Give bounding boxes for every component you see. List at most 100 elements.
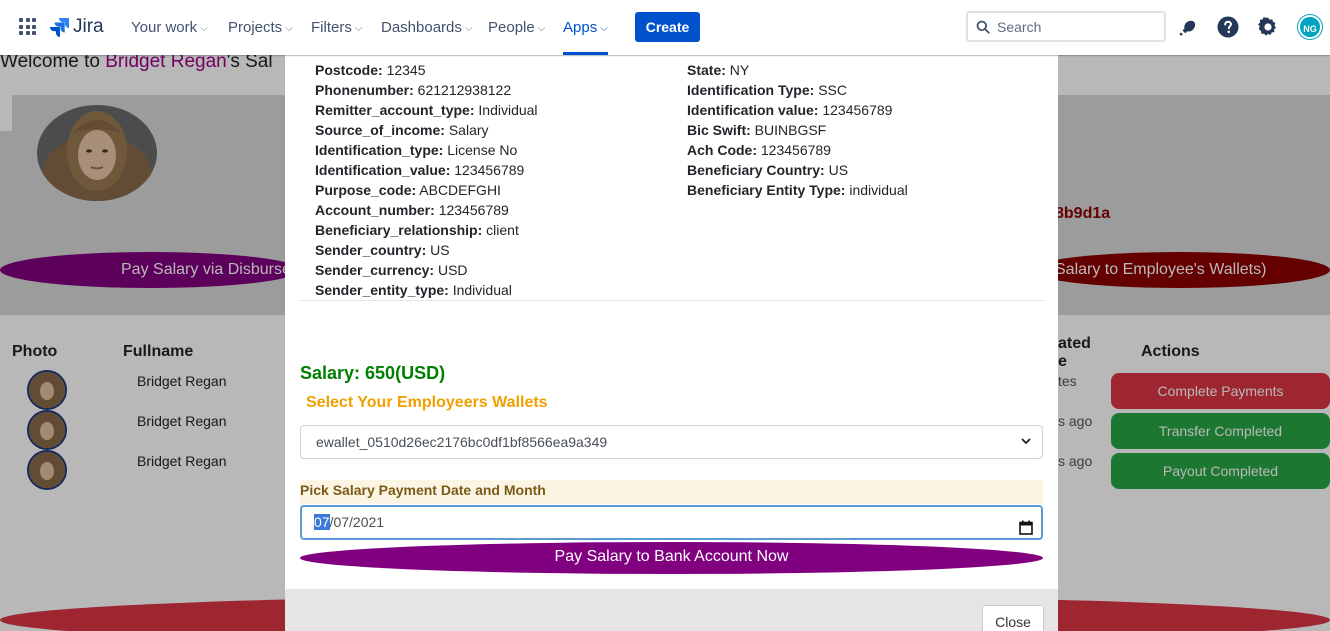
settings-icon[interactable] <box>1256 15 1280 39</box>
detail-label: Identification_value: <box>315 162 451 178</box>
calendar-icon[interactable] <box>1019 515 1033 546</box>
detail-row: Beneficiary Country: US <box>687 162 848 178</box>
detail-row: State: NY <box>687 62 749 78</box>
detail-row: Beneficiary Entity Type: individual <box>687 182 908 198</box>
date-rest-segment: /07/2021 <box>329 514 385 530</box>
detail-label: Sender_currency: <box>315 262 435 278</box>
help-icon[interactable] <box>1216 15 1240 39</box>
wallet-select[interactable]: ewallet_0510d26ec2176bc0df1bf8566ea9a349 <box>300 425 1043 459</box>
detail-label: Sender_country: <box>315 242 427 258</box>
chevron-down-icon: ⌵ <box>537 23 546 34</box>
nav-dashboards-label: Dashboards <box>381 19 462 36</box>
date-month-segment[interactable]: 07 <box>314 514 330 530</box>
detail-label: Remitter_account_type: <box>315 102 475 118</box>
detail-row: Remitter_account_type: Individual <box>315 102 538 118</box>
detail-value: 123456789 <box>438 202 509 218</box>
detail-label: Identification value: <box>687 102 819 118</box>
detail-row: Ach Code: 123456789 <box>687 142 831 158</box>
salary-amount: Salary: 650(USD) <box>300 363 446 383</box>
pay-salary-bank-button[interactable]: Pay Salary to Bank Account Now <box>300 542 1043 574</box>
create-button[interactable]: Create <box>635 12 700 42</box>
detail-label: Identification_type: <box>315 142 444 158</box>
detail-label: Identification Type: <box>687 82 815 98</box>
pick-date-label: Pick Salary Payment Date and Month <box>300 480 1043 504</box>
detail-row: Purpose_code: ABCDEFGHI <box>315 182 501 198</box>
nav-filters-label: Filters <box>311 19 352 36</box>
modal-footer: Close <box>285 589 1058 631</box>
notifications-icon[interactable] <box>1176 15 1200 39</box>
jira-logo-text: Jira <box>73 16 104 37</box>
detail-label: Ach Code: <box>687 142 757 158</box>
nav-people[interactable]: People ⌵ <box>488 0 545 55</box>
detail-label: Phonenumber: <box>315 82 414 98</box>
jira-logo-icon <box>50 18 69 37</box>
detail-row: Source_of_income: Salary <box>315 122 489 138</box>
nav-projects[interactable]: Projects ⌵ <box>228 0 293 55</box>
nav-your-work-label: Your work <box>131 19 198 36</box>
detail-value: 123456789 <box>822 102 893 118</box>
detail-value: US <box>430 242 450 258</box>
detail-row: Identification value: 123456789 <box>687 102 892 118</box>
detail-row: Identification_type: License No <box>315 142 517 158</box>
detail-value: US <box>828 162 849 178</box>
detail-value: 123456789 <box>454 162 525 178</box>
detail-value: 621212938122 <box>417 82 512 98</box>
nav-apps-label: Apps <box>563 19 598 36</box>
detail-row: Sender_currency: USD <box>315 262 468 278</box>
detail-row: Identification_value: 123456789 <box>315 162 524 178</box>
payment-date-input[interactable]: 07/07/2021 <box>300 505 1043 540</box>
nav-apps[interactable]: Apps ⌵ <box>563 0 608 55</box>
detail-value: ABCDEFGHI <box>419 182 501 198</box>
detail-row: Identification Type: SSC <box>687 82 847 98</box>
detail-value: NY <box>729 62 750 78</box>
detail-value: client <box>486 222 519 238</box>
detail-value: individual <box>849 182 908 198</box>
close-button[interactable]: Close <box>982 605 1044 631</box>
detail-row: Sender_country: US <box>315 242 450 258</box>
detail-label: Beneficiary Country: <box>687 162 825 178</box>
chevron-down-icon <box>1020 426 1032 470</box>
salary-payment-modal: Postcode: 12345 Phonenumber: 621212938122… <box>285 55 1058 631</box>
detail-label: Beneficiary_relationship: <box>315 222 483 238</box>
detail-value: BUINBGSF <box>754 122 827 138</box>
detail-value: USD <box>437 262 468 278</box>
user-avatar[interactable]: NG <box>1298 15 1322 39</box>
app-switcher-icon[interactable] <box>19 18 36 35</box>
detail-label: Beneficiary Entity Type: <box>687 182 846 198</box>
nav-projects-label: Projects <box>228 19 283 36</box>
nav-dashboards[interactable]: Dashboards ⌵ <box>381 0 472 55</box>
detail-value: Individual <box>452 282 512 298</box>
chevron-down-icon: ⌵ <box>200 23 208 34</box>
top-navigation: Jira Your work ⌵ Projects ⌵ Filters ⌵ Dashb… <box>0 0 1330 55</box>
detail-label: Purpose_code: <box>315 182 417 198</box>
detail-label: Postcode: <box>315 62 383 78</box>
detail-row: Beneficiary_relationship: client <box>315 222 519 238</box>
detail-label: State: <box>687 62 726 78</box>
detail-value: 12345 <box>386 62 426 78</box>
detail-value: License No <box>447 142 518 158</box>
detail-label: Bic Swift: <box>687 122 751 138</box>
search-icon <box>976 20 990 34</box>
details-divider <box>299 300 1044 301</box>
chevron-down-icon: ⌵ <box>354 23 363 34</box>
detail-label: Sender_entity_type: <box>315 282 449 298</box>
nav-your-work[interactable]: Your work ⌵ <box>131 0 208 55</box>
chevron-down-icon: ⌵ <box>464 23 473 34</box>
search-box[interactable] <box>966 11 1166 42</box>
detail-value: Salary <box>448 122 489 138</box>
detail-value: SSC <box>818 82 847 98</box>
detail-row: Sender_entity_type: Individual <box>315 282 512 298</box>
chevron-down-icon: ⌵ <box>285 23 293 34</box>
detail-value: Individual <box>478 102 538 118</box>
nav-people-label: People <box>488 19 535 36</box>
detail-label: Source_of_income: <box>315 122 445 138</box>
detail-label: Account_number: <box>315 202 435 218</box>
detail-value: 123456789 <box>760 142 831 158</box>
detail-row: Postcode: 12345 <box>315 62 426 78</box>
select-wallet-heading: Select Your Employeers Wallets <box>306 394 548 411</box>
detail-row: Bic Swift: BUINBGSF <box>687 122 826 138</box>
detail-row: Account_number: 123456789 <box>315 202 509 218</box>
search-input[interactable] <box>997 16 1157 37</box>
nav-filters[interactable]: Filters ⌵ <box>311 0 362 55</box>
jira-logo[interactable]: Jira <box>49 14 104 40</box>
